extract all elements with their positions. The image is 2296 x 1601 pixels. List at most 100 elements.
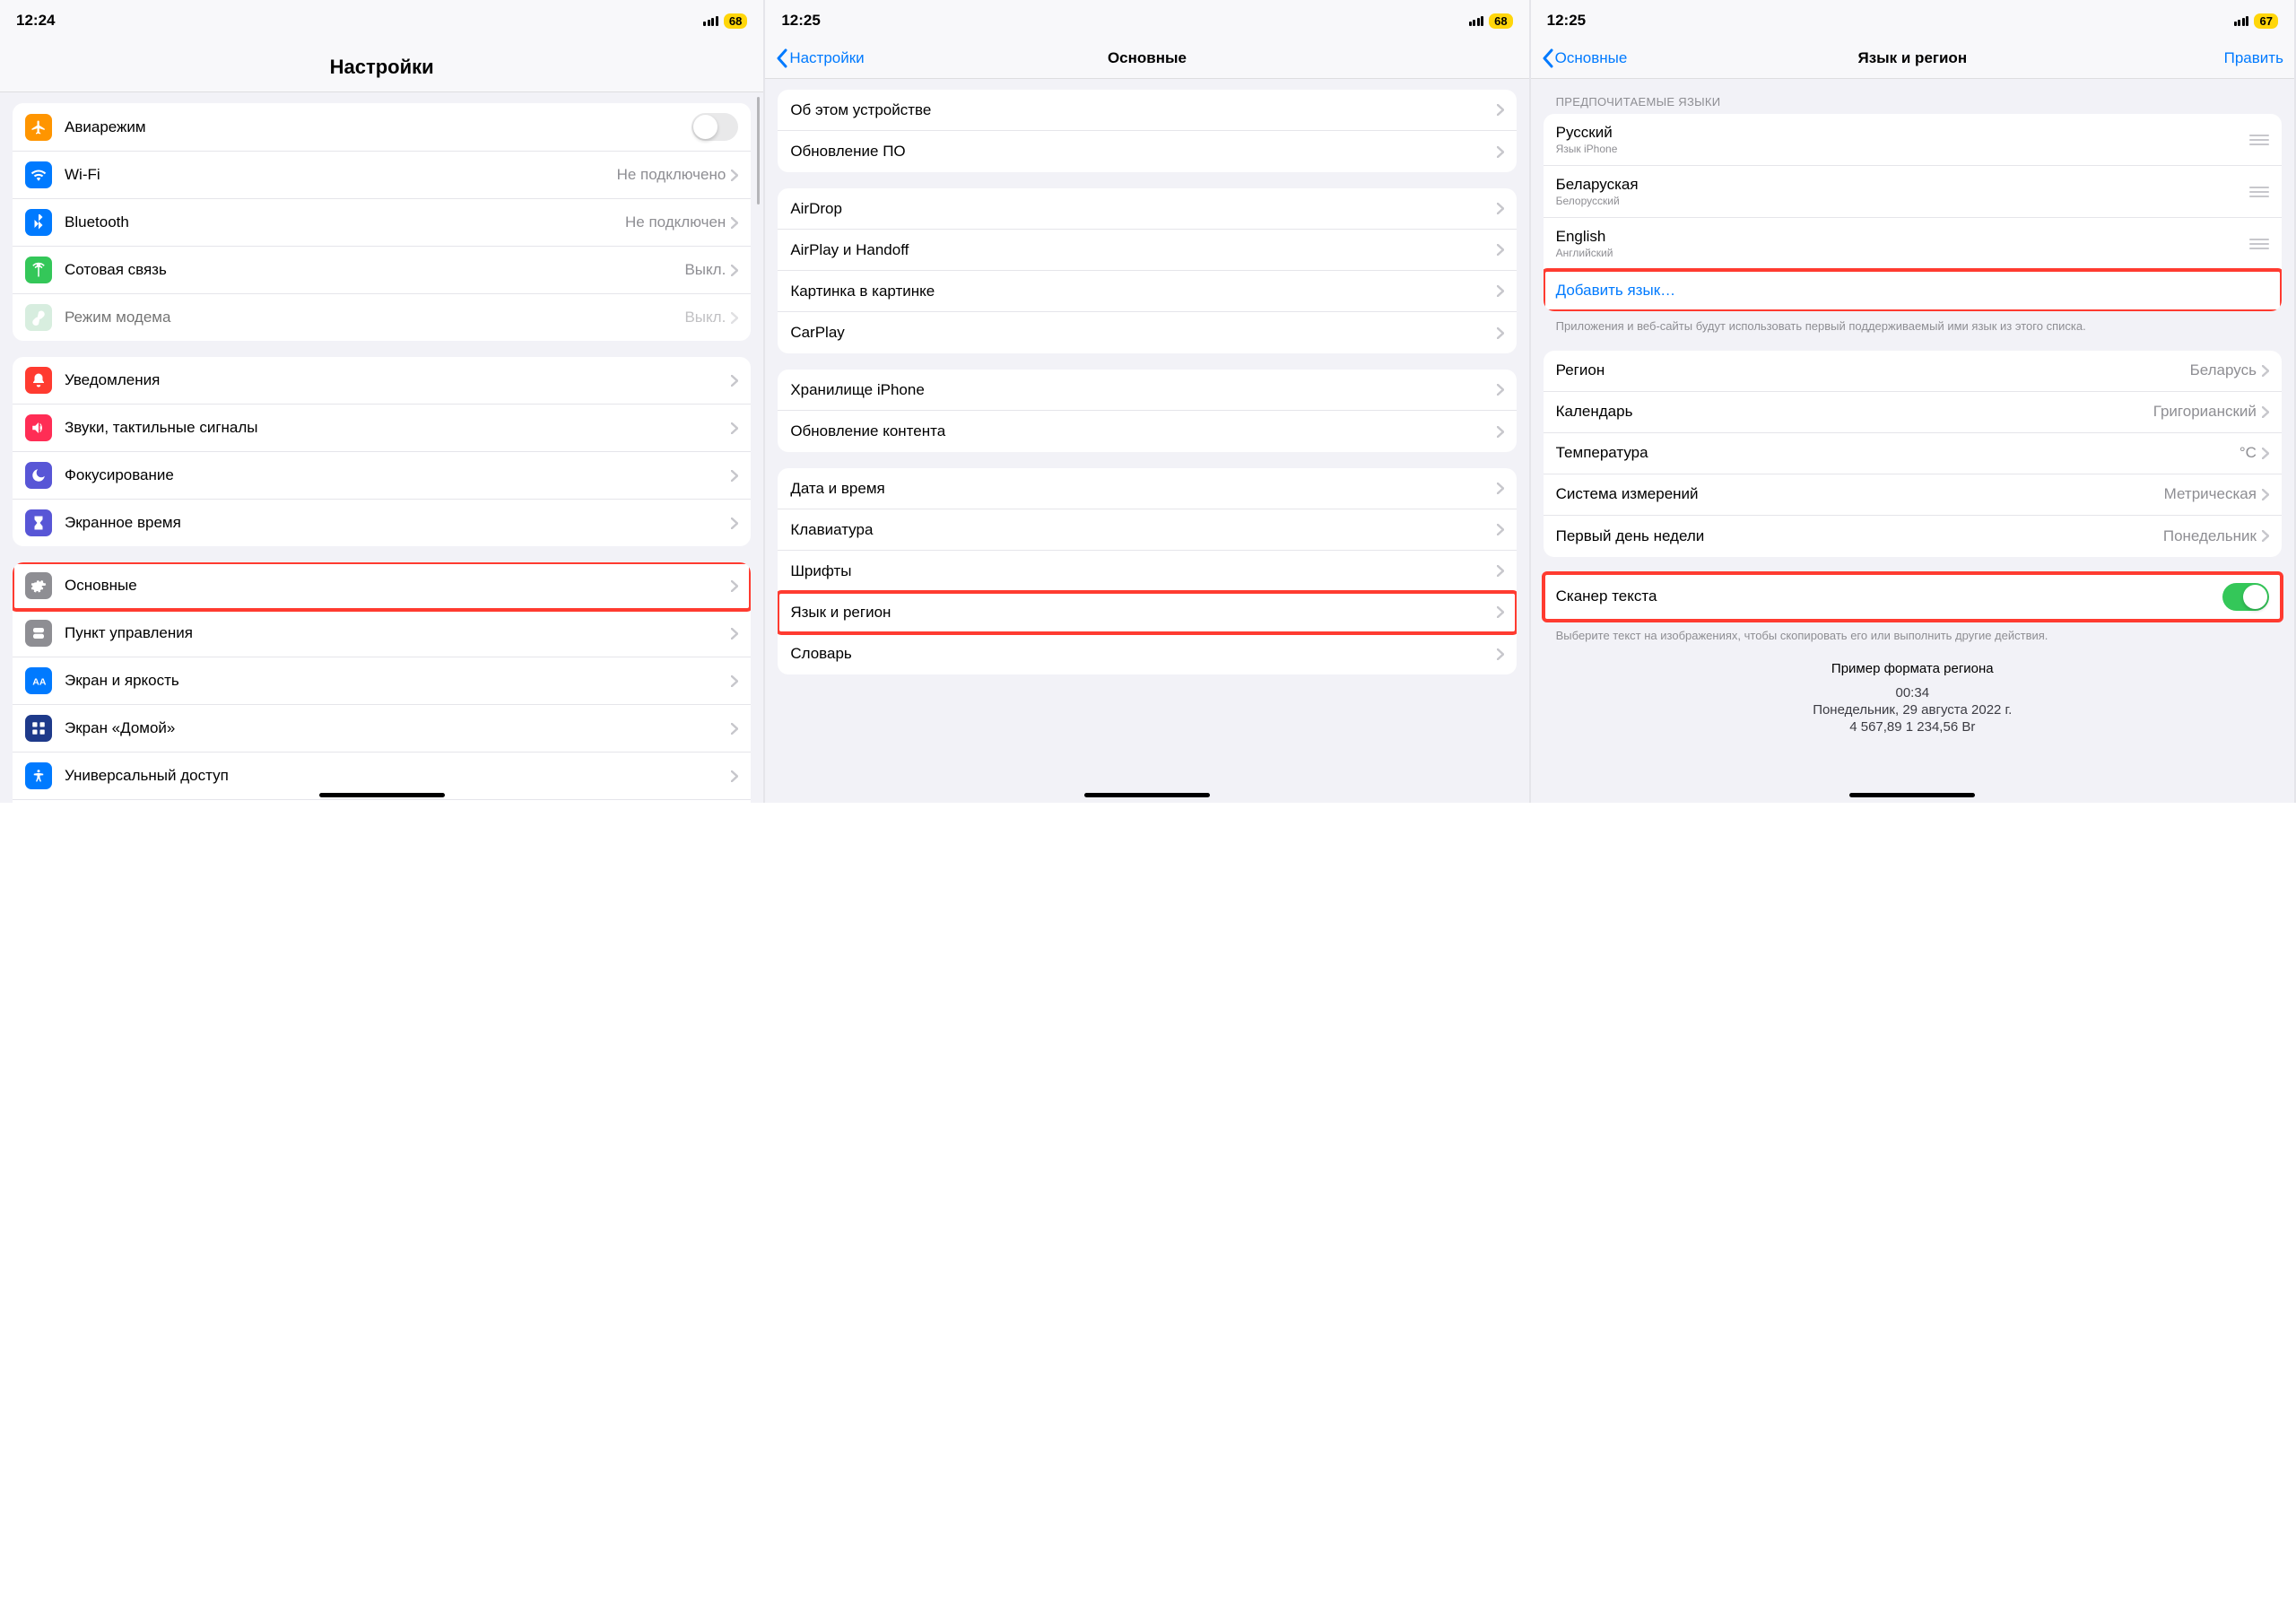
row-label: Bluetooth	[65, 213, 625, 231]
svg-text:AA: AA	[32, 677, 47, 688]
screentime-row[interactable]: Экранное время	[13, 500, 751, 546]
cellular-signal-icon	[1469, 16, 1484, 26]
row-label: Календарь	[1556, 403, 2153, 421]
pip-row[interactable]: Картинка в картинке	[778, 271, 1516, 312]
row-value: Не подключен	[625, 213, 726, 231]
software-update-row[interactable]: Обновление ПО	[778, 131, 1516, 172]
general-list[interactable]: Об этом устройстве Обновление ПО AirDrop…	[765, 79, 1528, 803]
chevron-right-icon	[1497, 327, 1504, 339]
chevron-right-icon	[731, 518, 738, 529]
row-label: Уведомления	[65, 371, 731, 389]
chevron-right-icon	[1497, 606, 1504, 618]
speaker-icon	[25, 414, 52, 441]
airplane-toggle[interactable]	[691, 113, 738, 141]
sounds-row[interactable]: Звуки, тактильные сигналы	[13, 405, 751, 452]
notifications-row[interactable]: Уведомления	[13, 357, 751, 405]
hourglass-icon	[25, 509, 52, 536]
scrollbar[interactable]	[757, 97, 760, 204]
chevron-right-icon	[731, 675, 738, 687]
drag-handle-icon[interactable]	[2249, 187, 2269, 197]
cellular-row[interactable]: Сотовая связь Выкл.	[13, 247, 751, 294]
language-region-screen: 12:25 67 Основные Язык и регион Править …	[1531, 0, 2296, 803]
row-label: Картинка в картинке	[790, 283, 1496, 300]
row-label: Основные	[65, 577, 731, 595]
control-center-row[interactable]: Пункт управления	[13, 610, 751, 657]
chevron-right-icon	[731, 170, 738, 181]
language-region-row[interactable]: Язык и регион	[778, 592, 1516, 633]
hotspot-row[interactable]: Режим модема Выкл.	[13, 294, 751, 341]
row-value: Беларусь	[2190, 361, 2257, 379]
nav-bar: Основные Язык и регион Править	[1531, 39, 2294, 79]
home-indicator[interactable]	[1849, 793, 1975, 797]
first-weekday-row[interactable]: Первый день неделиПонедельник	[1544, 516, 2282, 557]
chevron-right-icon	[2262, 448, 2269, 459]
row-label: Экран «Домой»	[65, 719, 731, 737]
airplane-mode-row[interactable]: Авиарежим	[13, 103, 751, 152]
storage-row[interactable]: Хранилище iPhone	[778, 370, 1516, 411]
settings-list[interactable]: Авиарежим Wi-Fi Не подключено Bluetooth …	[0, 92, 763, 803]
page-title: Основные	[1108, 49, 1187, 67]
drag-handle-icon[interactable]	[2249, 135, 2269, 145]
row-label: Словарь	[790, 645, 1496, 663]
datetime-row[interactable]: Дата и время	[778, 468, 1516, 509]
language-row-belarusian[interactable]: БеларускаяБелорусский	[1544, 166, 2282, 218]
wifi-row[interactable]: Wi-Fi Не подключено	[13, 152, 751, 199]
chevron-left-icon	[1542, 48, 1553, 68]
row-value: Не подключено	[617, 166, 726, 184]
battery-badge: 68	[724, 13, 747, 29]
moon-icon	[25, 462, 52, 489]
display-row[interactable]: AA Экран и яркость	[13, 657, 751, 705]
language-row-russian[interactable]: РусскийЯзык iPhone	[1544, 114, 2282, 166]
status-indicators: 68	[703, 13, 747, 29]
chevron-right-icon	[731, 723, 738, 735]
home-indicator[interactable]	[1084, 793, 1210, 797]
about-row[interactable]: Об этом устройстве	[778, 90, 1516, 131]
page-title: Язык и регион	[1857, 49, 1967, 67]
status-indicators: 68	[1469, 13, 1513, 29]
add-language-row[interactable]: Добавить язык…	[1544, 270, 2282, 311]
airplay-row[interactable]: AirPlay и Handoff	[778, 230, 1516, 271]
row-label: Об этом устройстве	[790, 101, 1496, 119]
keyboard-row[interactable]: Клавиатура	[778, 509, 1516, 551]
edit-button[interactable]: Править	[2224, 49, 2283, 67]
region-row[interactable]: РегионБеларусь	[1544, 351, 2282, 392]
fonts-row[interactable]: Шрифты	[778, 551, 1516, 592]
text-scanner-row[interactable]: Сканер текста	[1544, 573, 2282, 621]
row-label: Экранное время	[65, 514, 731, 532]
wallpaper-row[interactable]: Обои	[13, 800, 751, 803]
row-value: Григорианский	[2153, 403, 2257, 421]
row-label: AirDrop	[790, 200, 1496, 218]
row-label: Экран и яркость	[65, 672, 731, 690]
language-region-list[interactable]: ПРЕДПОЧИТАЕМЫЕ ЯЗЫКИ РусскийЯзык iPhone …	[1531, 79, 2294, 803]
text-scanner-toggle[interactable]	[2222, 583, 2269, 611]
row-label: Универсальный доступ	[65, 767, 731, 785]
drag-handle-icon[interactable]	[2249, 239, 2269, 249]
chevron-right-icon	[1497, 426, 1504, 438]
home-indicator[interactable]	[319, 793, 445, 797]
chevron-right-icon	[731, 770, 738, 782]
row-label: Система измерений	[1556, 485, 2164, 503]
general-row[interactable]: Основные	[13, 562, 751, 610]
row-value: °C	[2239, 444, 2257, 462]
refresh-row[interactable]: Обновление контента	[778, 411, 1516, 452]
calendar-row[interactable]: КалендарьГригорианский	[1544, 392, 2282, 433]
dictionary-row[interactable]: Словарь	[778, 633, 1516, 674]
row-label: Клавиатура	[790, 521, 1496, 539]
chevron-right-icon	[731, 580, 738, 592]
accessibility-icon	[25, 762, 52, 789]
bluetooth-row[interactable]: Bluetooth Не подключен	[13, 199, 751, 247]
home-row[interactable]: Экран «Домой»	[13, 705, 751, 753]
row-label: Шрифты	[790, 562, 1496, 580]
chevron-right-icon	[1497, 203, 1504, 214]
row-label: Хранилище iPhone	[790, 381, 1496, 399]
chevron-left-icon	[776, 48, 787, 68]
chevron-right-icon	[731, 628, 738, 640]
language-row-english[interactable]: EnglishАнглийский	[1544, 218, 2282, 270]
temperature-row[interactable]: Температура°C	[1544, 433, 2282, 474]
focus-row[interactable]: Фокусирование	[13, 452, 751, 500]
carplay-row[interactable]: CarPlay	[778, 312, 1516, 353]
measurement-row[interactable]: Система измеренийМетрическая	[1544, 474, 2282, 516]
airdrop-row[interactable]: AirDrop	[778, 188, 1516, 230]
link-icon	[25, 304, 52, 331]
text-size-icon: AA	[25, 667, 52, 694]
